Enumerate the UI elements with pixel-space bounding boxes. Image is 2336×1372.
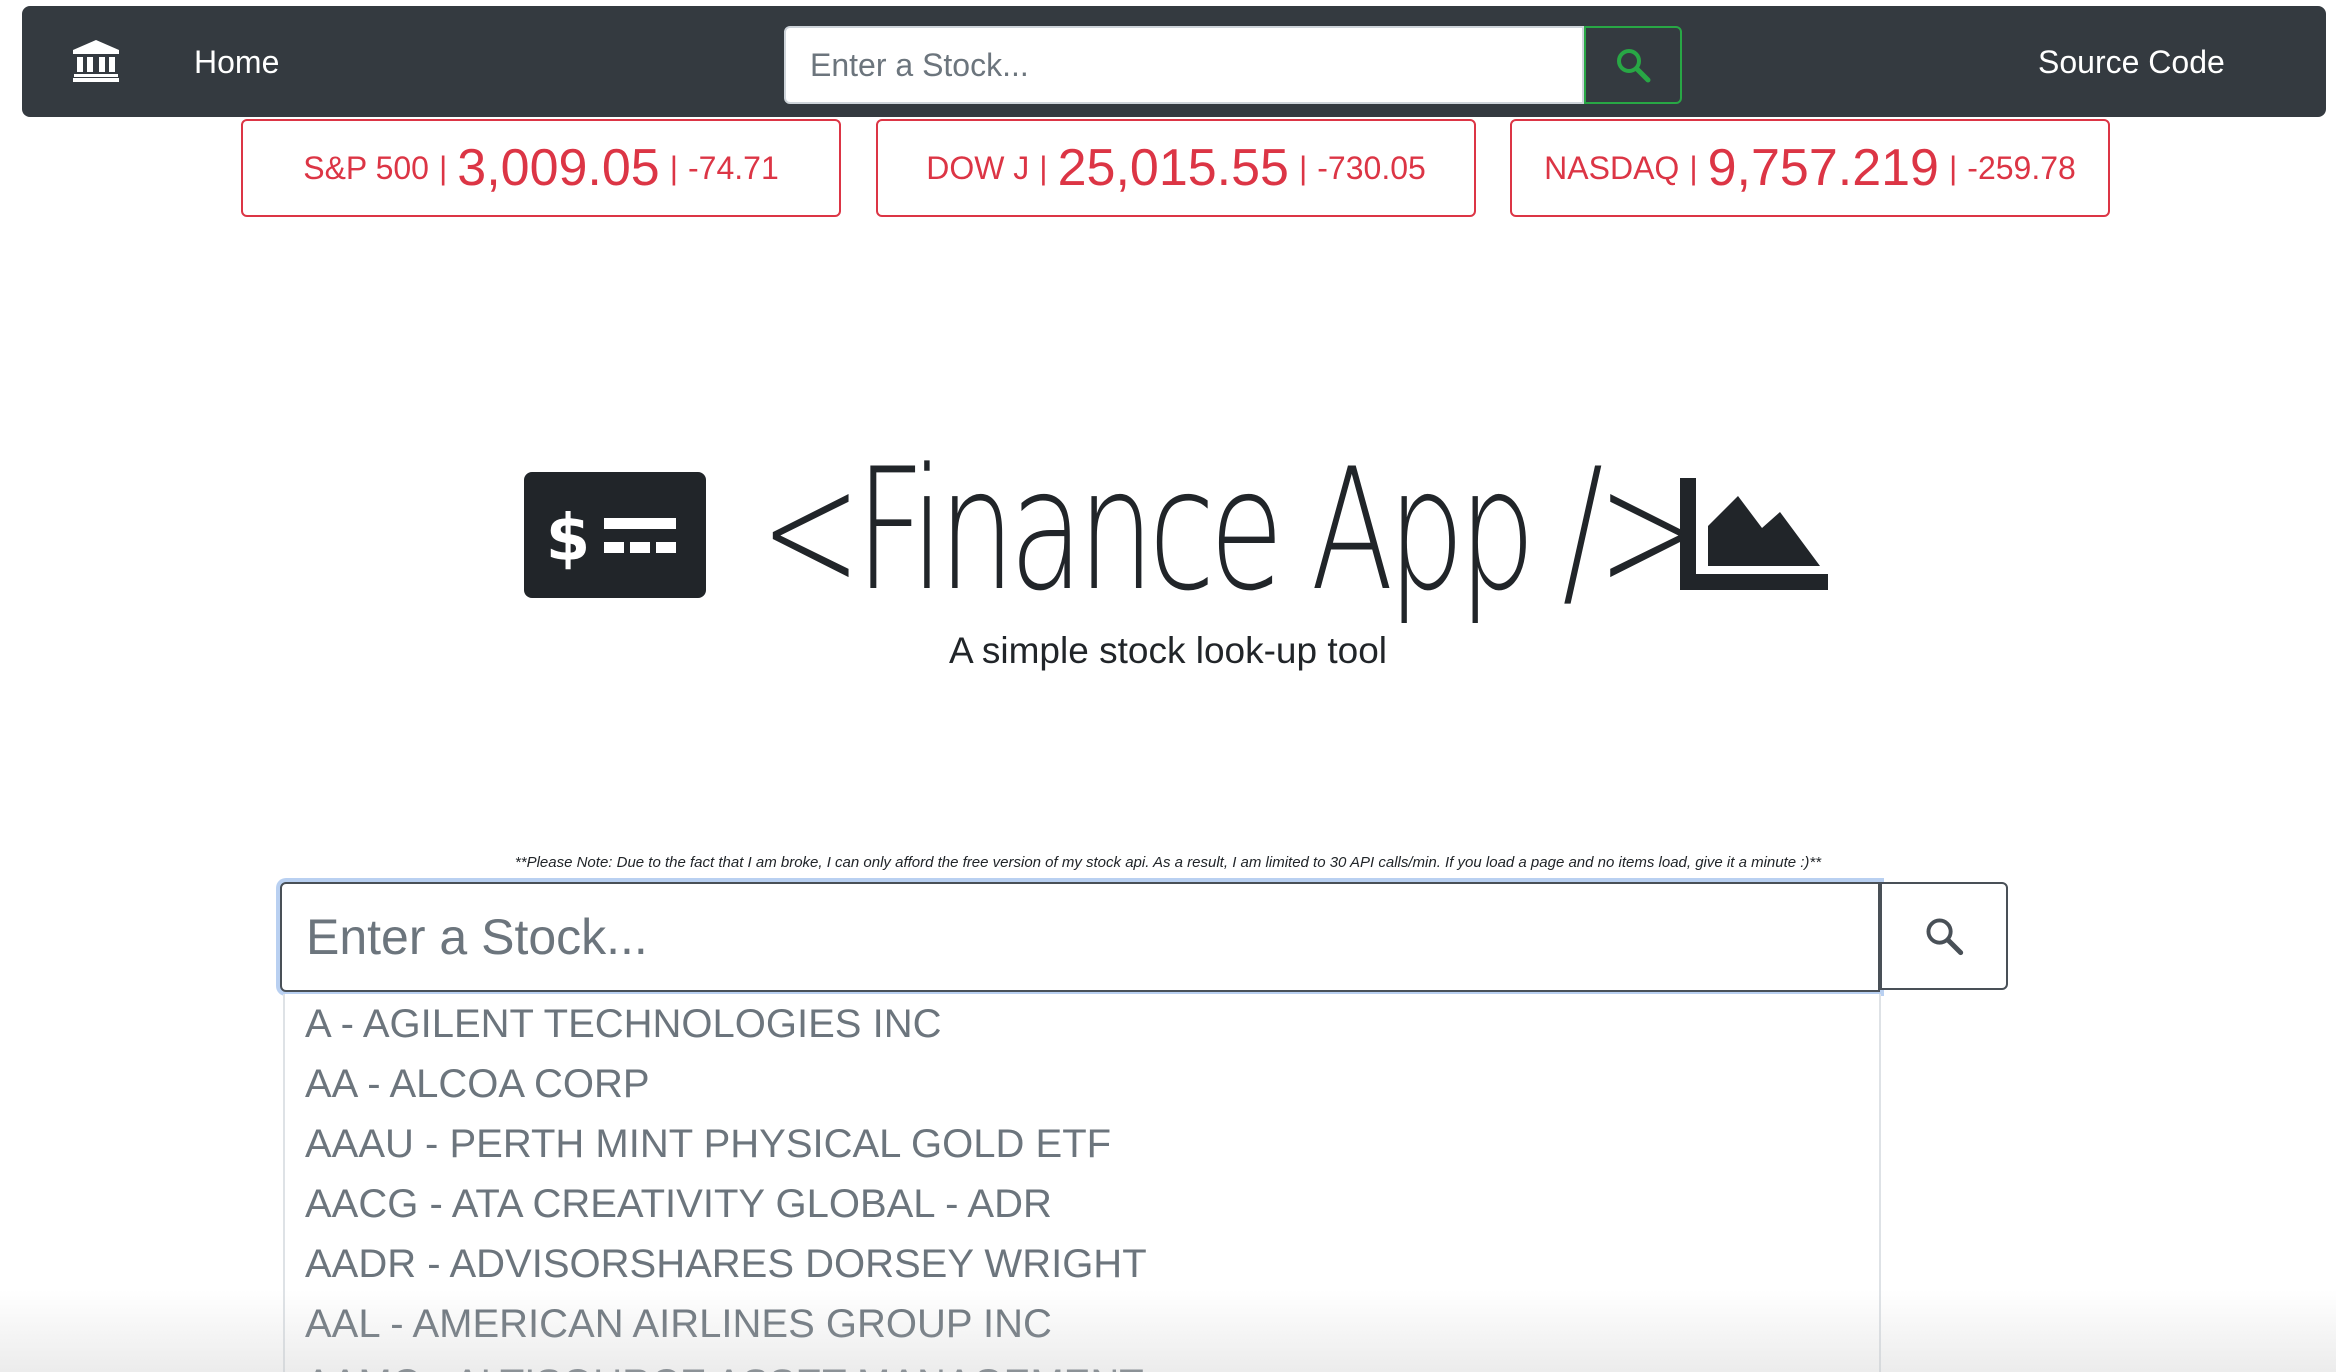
index-price: 9,757.219	[1707, 139, 1939, 197]
nav-home-link[interactable]: Home	[194, 44, 279, 81]
suggestion-item[interactable]: A - AGILENT TECHNOLOGIES INC	[285, 994, 1879, 1054]
suggestion-item[interactable]: AAAU - PERTH MINT PHYSICAL GOLD ETF	[285, 1114, 1879, 1174]
stock-search-button[interactable]	[1880, 882, 2008, 990]
bank-icon	[73, 40, 119, 82]
separator: |	[1948, 149, 1958, 186]
svg-text:$: $	[546, 502, 591, 576]
app-title: <Finance App />	[760, 432, 1699, 628]
money-check-icon: $	[524, 472, 706, 598]
separator: |	[669, 149, 679, 186]
api-limit-note: **Please Note: Due to the fact that I am…	[514, 854, 1822, 871]
index-change: -259.78	[1967, 149, 2076, 186]
suggestion-item[interactable]: AADR - ADVISORSHARES DORSEY WRIGHT	[285, 1234, 1879, 1294]
suggestion-item[interactable]: AACG - ATA CREATIVITY GLOBAL - ADR	[285, 1174, 1879, 1234]
area-chart-icon	[1680, 478, 1828, 590]
index-change: -730.05	[1317, 149, 1426, 186]
index-ticker-sp500[interactable]: S&P 500 | 3,009.05 | -74.71	[241, 119, 841, 217]
separator: |	[1689, 149, 1698, 186]
app-subtitle: A simple stock look-up tool	[948, 630, 1388, 671]
index-ticker-nasdaq[interactable]: NASDAQ | 9,757.219 | -259.78	[1510, 119, 2110, 217]
navbar: Home Source Code	[22, 6, 2326, 117]
suggestion-item[interactable]: AA - ALCOA CORP	[285, 1054, 1879, 1114]
nav-search-input[interactable]	[784, 26, 1584, 104]
index-price: 3,009.05	[457, 139, 660, 197]
index-name: NASDAQ	[1544, 149, 1680, 186]
index-change: -74.71	[688, 149, 779, 186]
index-name: DOW J	[926, 149, 1030, 186]
separator: |	[1039, 149, 1048, 186]
stock-search-input[interactable]	[280, 882, 1880, 992]
search-icon	[1926, 918, 1964, 956]
separator: |	[1298, 149, 1308, 186]
search-suggestions: A - AGILENT TECHNOLOGIES INC AA - ALCOA …	[283, 994, 1881, 1372]
page: Home Source Code S&P 500 | 3,009.05 | -7…	[0, 0, 2336, 1372]
nav-source-code-link[interactable]: Source Code	[2038, 44, 2225, 81]
index-price: 25,015.55	[1057, 139, 1289, 197]
index-ticker-dow[interactable]: DOW J | 25,015.55 | -730.05	[876, 119, 1476, 217]
brand-logo[interactable]	[50, 28, 142, 94]
nav-search-button[interactable]	[1584, 26, 1682, 104]
index-name: S&P 500	[303, 149, 429, 186]
suggestion-item[interactable]: AAMC - ALTISOURCE ASSET MANAGEMENT	[285, 1354, 1879, 1372]
search-icon	[1617, 49, 1651, 83]
suggestion-item[interactable]: AAL - AMERICAN AIRLINES GROUP INC	[285, 1294, 1879, 1354]
separator: |	[438, 149, 448, 186]
